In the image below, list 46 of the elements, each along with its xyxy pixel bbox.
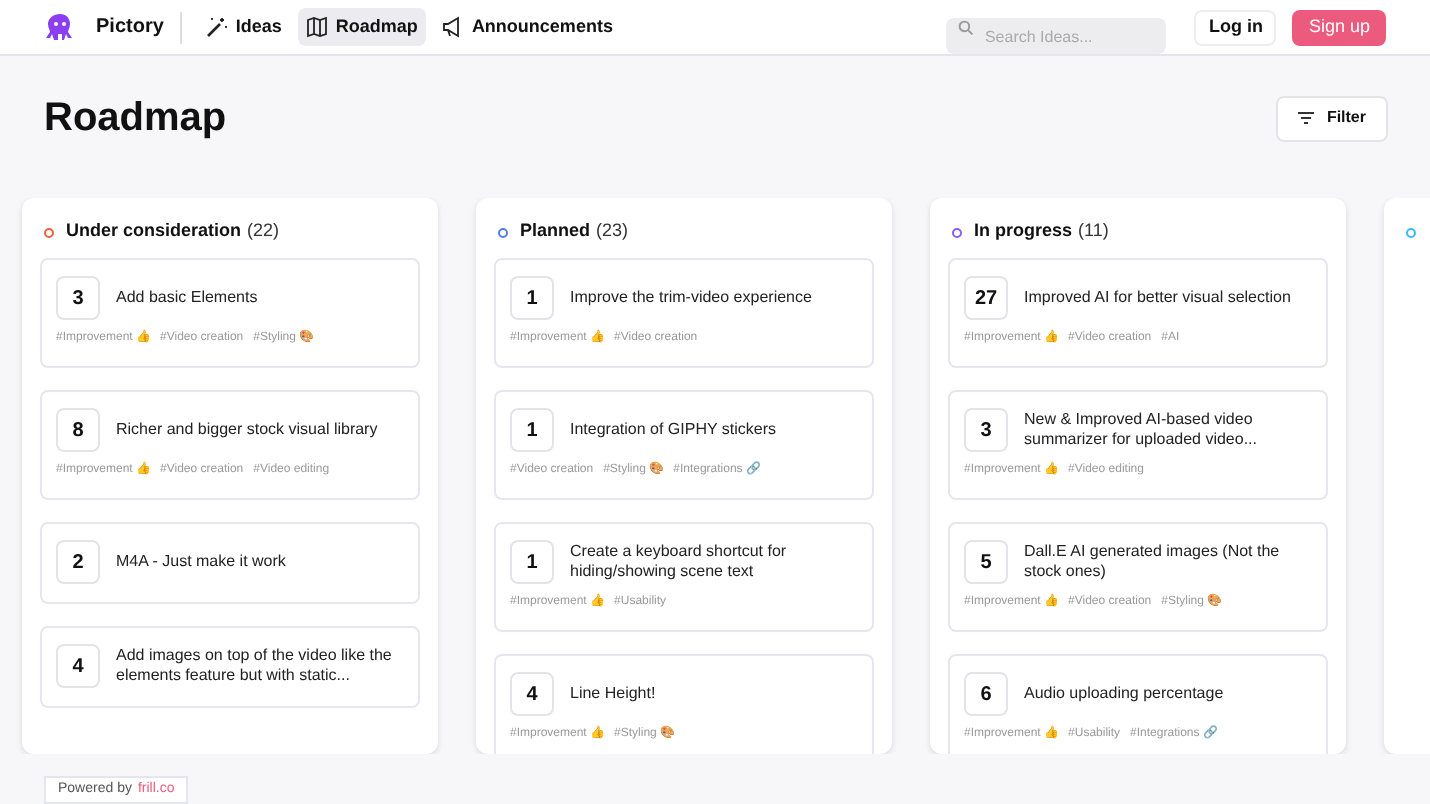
idea-title: Add basic Elements xyxy=(116,288,258,308)
idea-title: Line Height! xyxy=(570,684,656,704)
column-count: (11) xyxy=(1078,218,1109,245)
vote-count[interactable]: 4 xyxy=(56,644,100,688)
nav-link[interactable]: Ideas xyxy=(197,8,290,46)
idea-title: Audio uploading percentage xyxy=(1024,684,1224,704)
column-count: (23) xyxy=(596,218,629,245)
login-button[interactable]: Log in xyxy=(1194,9,1277,45)
octopus-logo-icon[interactable] xyxy=(44,11,76,43)
column-title: Under consideration xyxy=(66,218,242,245)
idea-title: Dall.E AI generated images (Not the stock ones) xyxy=(1024,542,1282,582)
vote-count[interactable]: 3 xyxy=(964,408,1008,452)
vote-count[interactable]: 3 xyxy=(56,276,100,320)
vote-count[interactable]: 27 xyxy=(964,276,1008,320)
vote-count[interactable]: 6 xyxy=(964,672,1008,716)
idea-title: Improved AI for better visual selection xyxy=(1024,288,1291,308)
idea-title: Create a keyboard shortcut for hiding/showing scene text xyxy=(570,542,789,582)
vote-count[interactable]: 2 xyxy=(56,540,100,584)
column-count: (22) xyxy=(247,218,280,245)
idea-title: Improve the trim-video experience xyxy=(570,288,812,308)
vote-count[interactable]: 5 xyxy=(964,540,1008,584)
vote-count[interactable]: 4 xyxy=(510,672,554,716)
search-field[interactable]: Search Ideas... xyxy=(946,18,1167,54)
search-icon xyxy=(958,19,975,35)
map-icon xyxy=(305,16,328,38)
idea-card[interactable]: 2 M4A - Just make it work xyxy=(40,522,420,604)
idea-title: M4A - Just make it work xyxy=(116,552,286,572)
idea-title: New & Improved AI-based video summarizer for uploaded video... xyxy=(1024,410,1259,450)
filter-icon xyxy=(1298,112,1315,124)
brand-name[interactable]: Pictory xyxy=(96,12,164,42)
megaphone-icon xyxy=(441,16,464,38)
vote-count[interactable]: 1 xyxy=(510,408,554,452)
magic-wand-icon xyxy=(205,16,228,38)
nav-link[interactable]: Roadmap xyxy=(297,8,426,46)
vote-count[interactable]: 8 xyxy=(56,408,100,452)
idea-title: Integration of GIPHY stickers xyxy=(570,420,777,440)
filter-button[interactable]: Filter xyxy=(1276,95,1388,141)
vote-count[interactable]: 1 xyxy=(510,276,554,320)
column-title: In progress xyxy=(974,218,1073,245)
column-title: Planned xyxy=(520,218,591,245)
idea-card[interactable]: 4 Add images on top of the video like the elements feature but with static... xyxy=(40,626,420,708)
idea-title: Richer and bigger stock visual library xyxy=(116,420,378,440)
nav-link[interactable]: Announcements xyxy=(433,8,621,46)
page-title: Roadmap xyxy=(44,94,227,144)
idea-title: Add images on top of the video like the elements feature but with static... xyxy=(116,646,394,686)
vote-count[interactable]: 1 xyxy=(510,540,554,584)
